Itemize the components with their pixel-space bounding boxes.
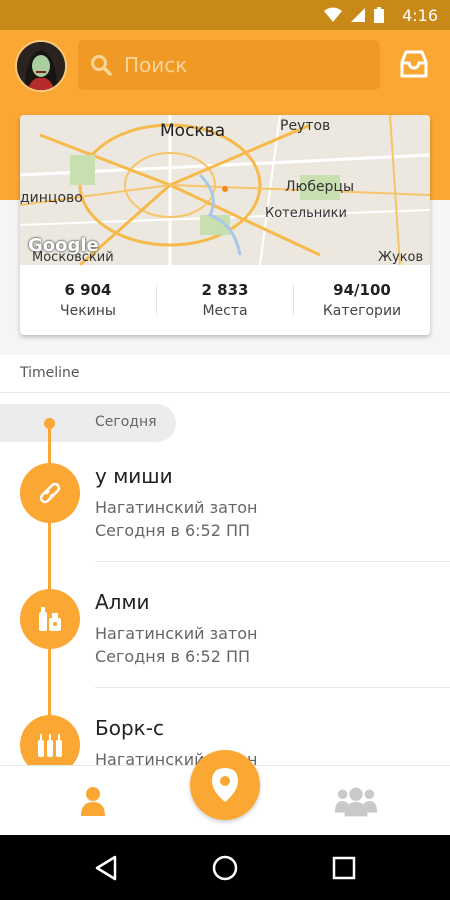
item-time: Сегодня в 6:52 ПП [95,647,251,666]
bottles-icon [20,715,80,765]
item-title: у миши [95,464,173,488]
map-view[interactable]: Москва Реутов Люберцы Котельники динцово… [20,115,430,265]
stat-value: 94/100 [333,281,391,299]
divider [95,561,450,562]
stat-checkins[interactable]: 6 904 Чекины [20,265,156,335]
home-circle-icon [212,855,238,881]
map-label-reutov: Реутов [280,118,331,134]
divider [95,687,450,688]
status-icons: 4:16 [324,0,438,30]
stat-categories[interactable]: 94/100 Категории [294,265,430,335]
status-bar: 4:16 [0,0,450,30]
home-button[interactable] [205,848,245,888]
item-place: Нагатинский затон [95,498,258,517]
back-triangle-icon [95,855,117,881]
stats-card: Москва Реутов Люберцы Котельники динцово… [20,115,430,335]
map-label-odintsovo: динцово [20,190,83,206]
map-label-moskva: Москва [160,121,226,141]
inbox-icon [400,50,428,78]
recents-square-icon [332,856,356,880]
person-icon [81,787,105,816]
back-button[interactable] [86,848,126,888]
profile-tab[interactable] [70,778,116,824]
timeline-item[interactable]: у миши Нагатинский затон Сегодня в 6:52 … [0,451,450,577]
group-icon [334,787,378,817]
battery-icon [374,7,385,23]
stat-label: Чекины [60,303,116,319]
map-label-lyubertsy: Люберцы [285,179,355,195]
stat-label: Места [202,303,248,319]
status-time: 4:16 [402,5,438,25]
search-input[interactable]: Поиск [124,53,187,77]
bread-icon [20,463,80,523]
inbox-button[interactable] [398,48,430,80]
checkin-button[interactable] [190,750,260,820]
wifi-icon [324,7,343,22]
stats-row: 6 904 Чекины 2 833 Места 94/100 Категори… [20,265,430,335]
map-label-zhukov: Жуков [378,250,424,265]
stat-value: 2 833 [201,281,249,299]
location-pin-icon [212,768,238,802]
stat-label: Категории [322,303,402,319]
item-title: Алми [95,590,150,614]
timeline-header: Timeline [20,365,80,381]
today-label: Сегодня [95,414,157,430]
map-label-kotelniki: Котельники [265,206,347,221]
divider [0,392,450,393]
system-nav-bar [0,835,450,900]
timeline-dot [44,418,55,429]
stat-places[interactable]: 2 833 Места [157,265,293,335]
recents-button[interactable] [324,848,364,888]
user-avatar-icon [17,42,65,90]
item-place: Нагатинский затон [95,624,258,643]
stat-value: 6 904 [64,281,112,299]
item-title: Борк-с [95,716,164,740]
item-time: Сегодня в 6:52 ПП [95,521,251,540]
search-bar[interactable]: Поиск [78,40,380,90]
search-icon [91,55,112,76]
grocery-icon [20,589,80,649]
timeline-list[interactable]: Timeline Сегодня у миши Нагатинский зато… [0,355,450,765]
signal-icon [351,8,366,22]
google-logo: Google [28,235,99,256]
avatar[interactable] [15,40,67,92]
timeline-item[interactable]: Алми Нагатинский затон Сегодня в 6:52 ПП [0,577,450,703]
friends-tab[interactable] [333,778,379,824]
